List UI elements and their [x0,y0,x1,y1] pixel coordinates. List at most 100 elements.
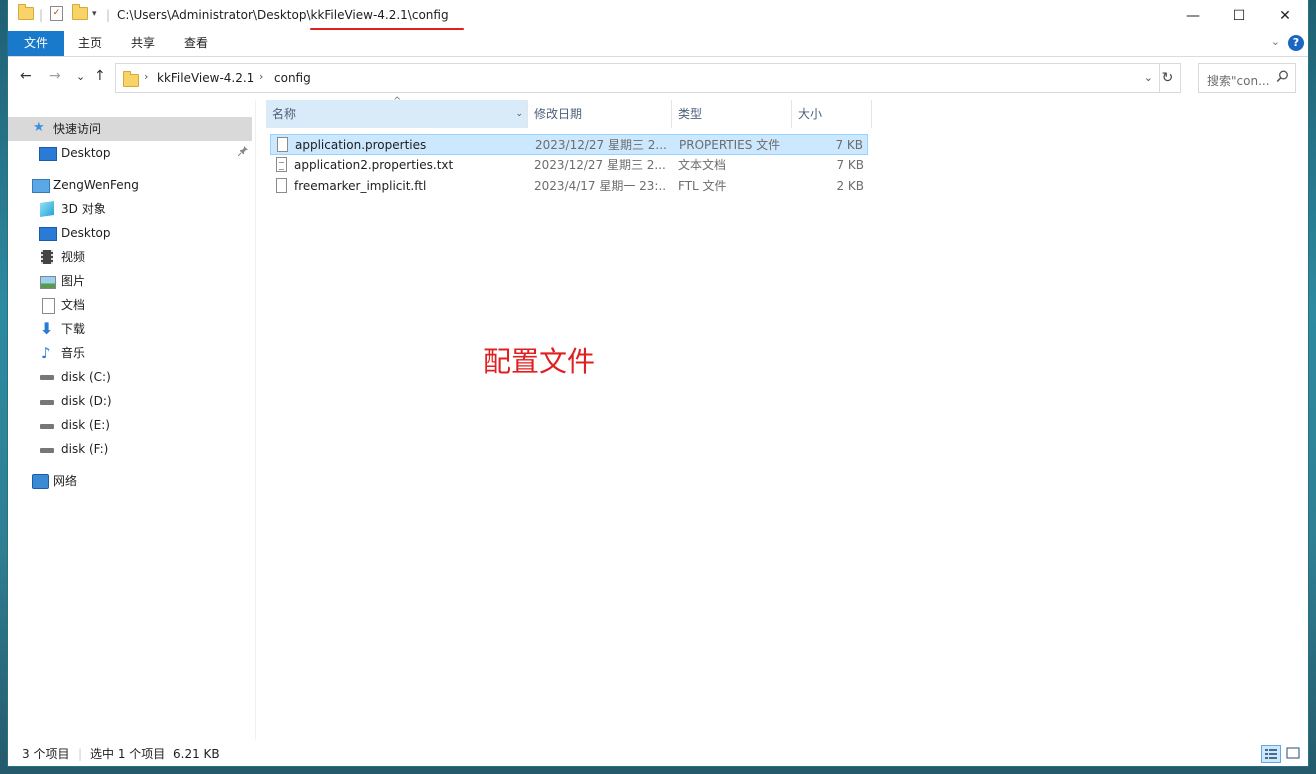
expand-ribbon-icon[interactable]: ⌄ [1271,35,1280,48]
network-icon [32,474,49,489]
sidebar-item-disk-c[interactable]: disk (C:) [8,365,252,389]
file-size: 2 KB [836,179,864,193]
sidebar-item-label: 音乐 [61,346,86,360]
up-button[interactable]: ↑ [94,68,106,84]
separator: | [106,8,111,22]
sidebar-item-label: 视频 [61,250,86,264]
search-box[interactable]: 搜索"con... [1198,63,1296,93]
sidebar-item-videos[interactable]: 视频 [8,245,252,269]
column-header-type[interactable]: 类型 [672,100,792,128]
file-type: FTL 文件 [678,179,727,193]
desktop-icon [39,147,57,161]
sidebar-item-this-pc[interactable]: ZengWenFeng [8,173,252,197]
drive-icon [40,375,54,380]
forward-button[interactable]: → [49,68,61,84]
column-header-label: 名称 [272,107,297,121]
customize-toolbar-icon[interactable]: ▾ [92,9,97,19]
video-icon [41,250,53,264]
sidebar-item-label: 3D 对象 [61,202,106,216]
address-dropdown-icon[interactable]: ⌄ [1144,71,1153,84]
star-icon: ★ [33,120,45,135]
file-row[interactable]: application2.properties.txt 2023/12/27 星… [270,155,868,176]
new-folder-icon[interactable] [72,4,88,20]
search-icon [1276,70,1289,87]
back-button[interactable]: ← [20,68,32,84]
breadcrumb-kkfileview[interactable]: kkFileView-4.2.1 [157,71,254,85]
sidebar-item-disk-e[interactable]: disk (E:) [8,413,252,437]
sidebar-item-disk-f[interactable]: disk (F:) [8,437,252,461]
tab-share[interactable]: 共享 [119,31,167,56]
file-type: PROPERTIES 文件 [679,138,781,152]
sidebar-item-pictures[interactable]: 图片 [8,269,252,293]
close-button[interactable]: ✕ [1262,0,1308,31]
drive-icon [40,448,54,453]
sidebar-item-label: disk (F:) [61,442,109,456]
column-header-date[interactable]: 修改日期 [528,100,672,128]
sort-ascending-icon: ^ [393,96,402,107]
download-icon: ⬇ [40,319,54,338]
pin-icon[interactable] [237,141,248,165]
sidebar-item-desktop-pinned[interactable]: Desktop [8,141,252,165]
properties-icon[interactable]: ✓ [50,6,63,21]
file-row[interactable]: freemarker_implicit.ftl 2023/4/17 星期一 23… [270,176,868,197]
drive-icon [40,424,54,429]
sidebar-item-quick-access[interactable]: ★ 快速访问 [8,117,252,141]
search-placeholder: 搜索"con... [1207,74,1270,88]
file-date: 2023/4/17 星期一 23:... [534,179,666,193]
file-name: application.properties [295,138,427,152]
breadcrumb-config[interactable]: config [274,71,311,85]
tab-file[interactable]: 文件 [8,31,64,56]
file-type: 文本文档 [678,158,727,172]
breadcrumb-separator[interactable]: › [144,70,148,83]
sidebar-item-documents[interactable]: 文档 [8,293,252,317]
recent-locations-button[interactable]: ⌄ [76,70,85,83]
document-icon [42,298,55,314]
sidebar-item-label: 图片 [61,274,86,288]
sidebar-item-network[interactable]: 网络 [8,469,252,493]
computer-icon [32,179,50,193]
tab-home[interactable]: 主页 [66,31,114,56]
tab-view[interactable]: 查看 [172,31,220,56]
window-title: C:\Users\Administrator\Desktop\kkFileVie… [117,8,449,22]
file-name: freemarker_implicit.ftl [294,179,427,193]
large-icons-view-icon[interactable] [1284,745,1304,763]
file-name: application2.properties.txt [294,158,454,172]
maximize-button[interactable]: ☐ [1216,0,1262,31]
sidebar-item-label: 下载 [61,322,86,336]
file-date: 2023/12/27 星期三 2... [535,138,667,152]
selected-size: 6.21 KB [173,747,220,761]
file-row[interactable]: application.properties 2023/12/27 星期三 2.… [270,134,868,155]
file-date: 2023/12/27 星期三 2... [534,158,666,172]
file-size: 7 KB [835,138,863,152]
details-view-icon[interactable] [1261,745,1281,763]
sidebar-item-3d-objects[interactable]: 3D 对象 [8,197,252,221]
file-icon [277,137,288,152]
sidebar-item-label: Desktop [61,146,111,160]
refresh-button[interactable]: ↻ [1155,63,1181,93]
desktop-icon [39,227,57,241]
file-size: 7 KB [836,158,864,172]
folder-icon [18,4,34,20]
sidebar-item-downloads[interactable]: ⬇ 下载 [8,317,252,341]
sidebar-item-label: disk (E:) [61,418,110,432]
sidebar-item-music[interactable]: ♪ 音乐 [8,341,252,365]
column-header-size[interactable]: 大小 [792,100,872,128]
sidebar-item-disk-d[interactable]: disk (D:) [8,389,252,413]
minimize-button[interactable]: — [1170,0,1216,31]
help-icon[interactable]: ? [1288,35,1304,51]
file-explorer-window: | ✓ ▾ | C:\Users\Administrator\Desktop\k… [8,0,1308,766]
folder-icon [123,71,139,87]
annotation-text: 配置文件 [483,345,596,378]
column-dropdown-icon[interactable]: ⌄ [515,100,523,128]
drive-icon [40,400,54,405]
sidebar-item-label: 文档 [61,298,86,312]
address-bar[interactable]: › kkFileView-4.2.1 › config ⌄ [115,63,1160,93]
separator: | [39,8,44,22]
title-bar: | ✓ ▾ | C:\Users\Administrator\Desktop\k… [8,0,1308,31]
sidebar-item-label: disk (D:) [61,394,112,408]
status-bar: 3 个项目 | 选中 1 个项目 6.21 KB [8,742,1308,766]
navigation-pane: ★ 快速访问 Desktop ZengWenFeng 3D 对象 Desktop… [8,100,256,740]
breadcrumb-separator[interactable]: › [259,70,263,83]
sidebar-item-desktop[interactable]: Desktop [8,221,252,245]
annotation-underline [310,28,464,30]
